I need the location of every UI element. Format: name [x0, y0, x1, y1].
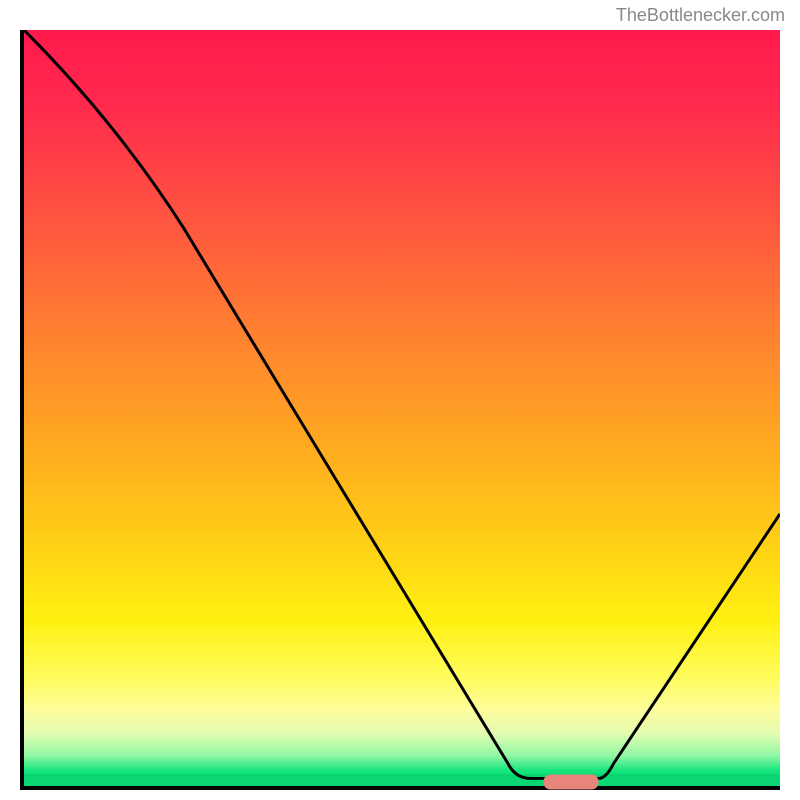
- watermark-text: TheBottlenecker.com: [616, 5, 785, 26]
- curve-line: [24, 30, 780, 786]
- chart-area: [20, 30, 780, 790]
- optimal-marker: [544, 775, 599, 790]
